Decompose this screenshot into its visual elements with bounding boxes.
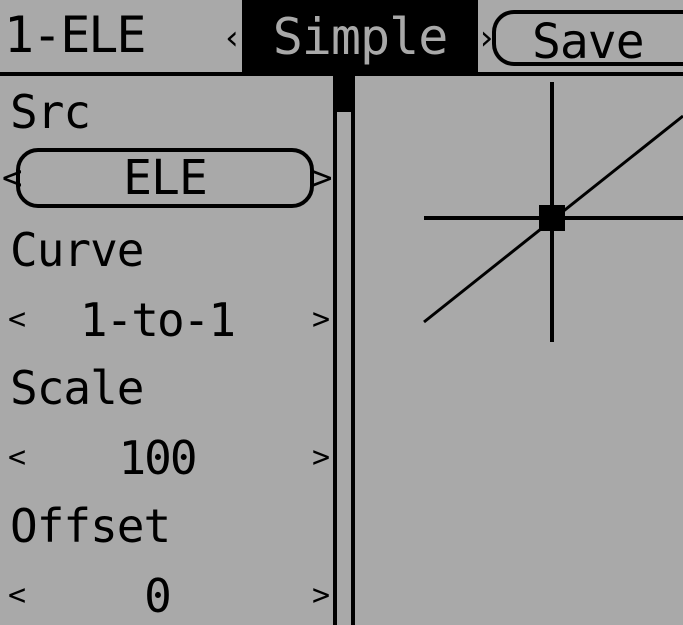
- curve-value: 1-to-1: [79, 293, 236, 347]
- scale-value: 100: [118, 431, 197, 485]
- src-label: Src: [10, 85, 91, 139]
- curve-center-point: [539, 205, 565, 231]
- src-chevron-right-icon[interactable]: >: [312, 158, 332, 198]
- mixer-title: 1-ELE: [4, 6, 147, 64]
- offset-label: Offset: [10, 499, 171, 553]
- offset-chevron-right-icon[interactable]: >: [312, 568, 330, 624]
- offset-value: 0: [144, 569, 172, 623]
- src-selector[interactable]: ELE: [16, 148, 314, 208]
- scrollbar-channel: [341, 112, 347, 625]
- scrollbar-track-left: [333, 76, 337, 625]
- src-value: ELE: [123, 150, 208, 206]
- mixer-edit-screen: 1-ELE ‹ Simple › Save Src < ELE > Curve …: [0, 0, 683, 625]
- header-bar: 1-ELE ‹ Simple › Save: [0, 0, 683, 74]
- scrollbar[interactable]: [333, 76, 355, 625]
- scale-selector[interactable]: < 100 >: [0, 430, 334, 486]
- curve-preview: [423, 82, 683, 342]
- curve-chevron-right-icon[interactable]: >: [312, 292, 330, 348]
- offset-selector[interactable]: < 0 >: [0, 568, 334, 624]
- curve-label: Curve: [10, 223, 144, 277]
- curve-selector[interactable]: < 1-to-1 >: [0, 292, 334, 348]
- mode-tab-simple[interactable]: Simple: [242, 0, 478, 74]
- scale-chevron-right-icon[interactable]: >: [312, 430, 330, 486]
- scale-label: Scale: [10, 361, 144, 415]
- scrollbar-thumb[interactable]: [337, 76, 351, 112]
- save-button[interactable]: Save: [492, 10, 683, 70]
- chevron-left-icon[interactable]: ‹: [222, 18, 242, 58]
